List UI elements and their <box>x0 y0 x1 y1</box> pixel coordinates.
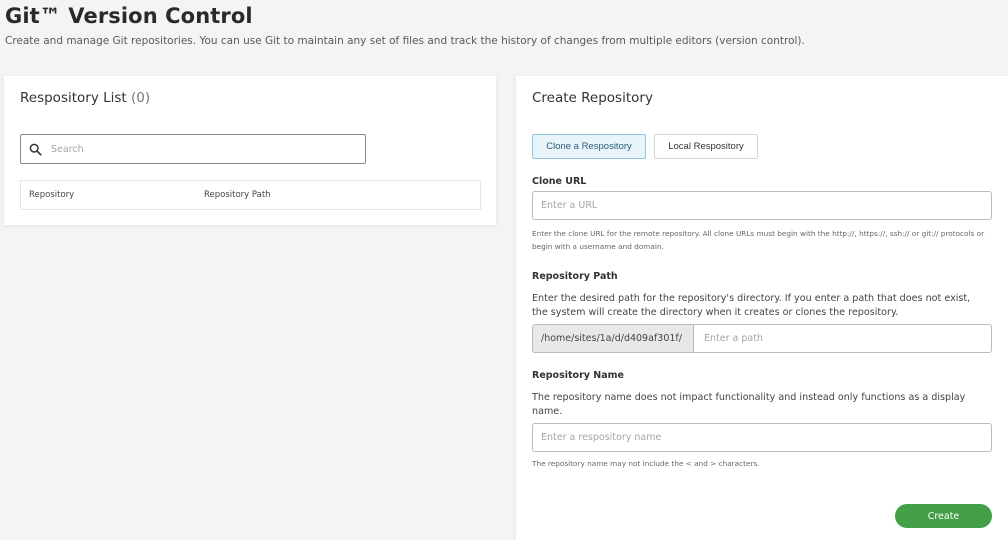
clone-url-input[interactable] <box>532 191 992 220</box>
search-input[interactable] <box>51 136 361 162</box>
repository-name-input[interactable] <box>532 423 992 452</box>
repository-table-header: Repository Repository Path <box>20 180 481 210</box>
repository-name-help: The repository name does not impact func… <box>532 392 966 417</box>
search-box <box>20 134 366 164</box>
page-title: Git™ Version Control <box>5 4 253 28</box>
column-header-repository[interactable]: Repository <box>29 190 74 200</box>
clone-url-label: Clone URL <box>532 176 587 187</box>
page-description: Create and manage Git repositories. You … <box>5 35 805 47</box>
create-repository-panel: Create Repository Clone a Respository Lo… <box>516 76 1008 540</box>
repository-list-title: Respository List (0) <box>20 90 150 106</box>
repository-list-title-text: Respository List <box>20 90 127 106</box>
column-header-repository-path[interactable]: Repository Path <box>204 190 271 200</box>
repository-path-input[interactable] <box>695 325 991 352</box>
repository-path-help: Enter the desired path for the repositor… <box>532 293 971 318</box>
create-repository-title: Create Repository <box>532 90 653 106</box>
local-repository-tab[interactable]: Local Respository <box>654 134 758 159</box>
repository-path-prefix: /home/sites/1a/d/d409af301f/ <box>533 325 694 352</box>
repository-name-note: The repository name may not include the … <box>532 459 760 468</box>
repository-name-label: Repository Name <box>532 370 624 381</box>
repository-count: (0) <box>131 90 151 106</box>
clone-repository-tab[interactable]: Clone a Respository <box>532 134 646 159</box>
search-icon <box>29 143 42 156</box>
repository-path-group: /home/sites/1a/d/d409af301f/ <box>532 324 992 353</box>
create-button[interactable]: Create <box>895 504 992 528</box>
clone-url-help: Enter the clone URL for the remote repos… <box>532 229 985 251</box>
repository-list-panel: Respository List (0) Repository Reposito… <box>4 76 496 225</box>
repository-path-label: Repository Path <box>532 271 618 282</box>
